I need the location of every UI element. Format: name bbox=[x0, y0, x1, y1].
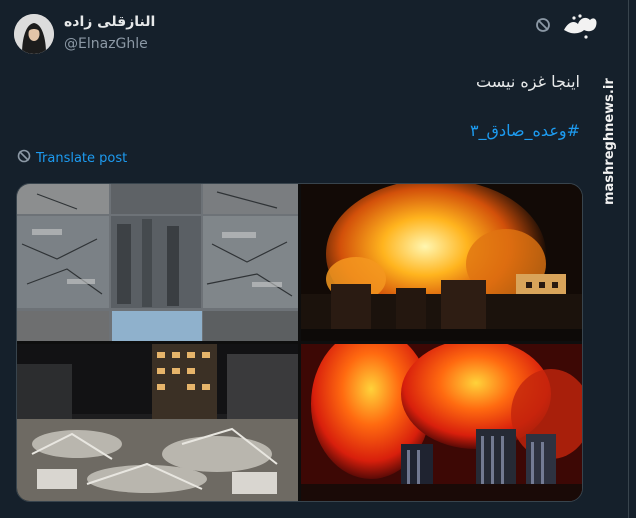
hashtag-link[interactable]: #وعده_صادق_۳ bbox=[470, 121, 580, 140]
building-fire-image[interactable] bbox=[301, 184, 582, 341]
handle[interactable]: @ElnazGhle bbox=[64, 36, 148, 52]
sidebar-divider bbox=[628, 0, 636, 518]
avatar[interactable] bbox=[14, 14, 54, 54]
translate-post-row[interactable]: Translate post bbox=[16, 149, 127, 167]
tweet-text: اینجا غزه نیست bbox=[476, 72, 580, 91]
tweet[interactable]: النازقلی زاده @ElnazGhle اینجا غزه نیست … bbox=[0, 0, 617, 518]
translate-icon[interactable] bbox=[534, 16, 552, 34]
mashregh-logo bbox=[560, 10, 600, 42]
media-grid[interactable] bbox=[16, 183, 583, 502]
translate-icon bbox=[16, 148, 32, 168]
city-fire-image[interactable] bbox=[301, 344, 582, 501]
destroyed-street-image[interactable] bbox=[17, 344, 298, 501]
rubble-collage-image[interactable] bbox=[17, 184, 298, 341]
display-name[interactable]: النازقلی زاده bbox=[64, 14, 155, 30]
translate-post-link[interactable]: Translate post bbox=[36, 151, 127, 166]
watermark-site: mashreghnews.ir bbox=[597, 40, 619, 210]
watermark-site-text: mashreghnews.ir bbox=[602, 78, 617, 205]
